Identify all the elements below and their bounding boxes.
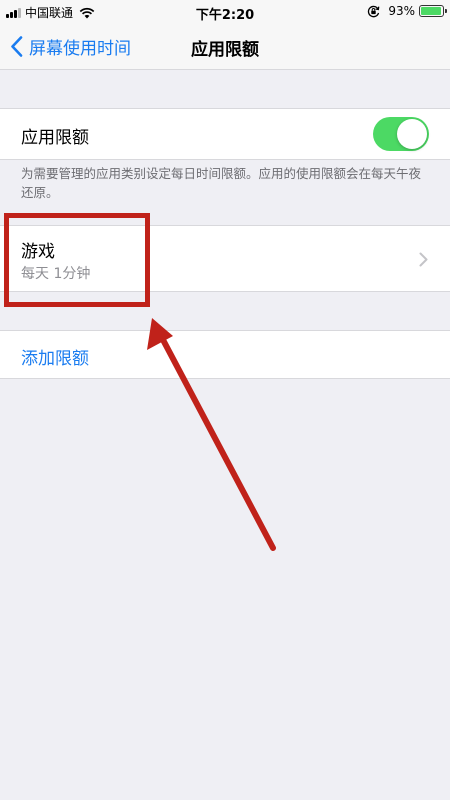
add-limit-button[interactable]: 添加限额 <box>21 344 89 369</box>
toggle-knob <box>397 119 427 149</box>
battery-fill <box>421 7 441 15</box>
status-bar-right: 93% <box>367 4 447 18</box>
status-bar: 中国联通 下午2:20 93% <box>0 0 450 24</box>
page-title: 应用限额 <box>191 40 259 60</box>
add-limit-group: 添加限额 <box>0 330 450 379</box>
navigation-bar: 屏幕使用时间 应用限额 <box>0 24 450 70</box>
battery-icon <box>419 5 447 17</box>
orientation-lock-icon <box>368 5 380 17</box>
app-limits-toggle-label: 应用限额 <box>21 128 89 148</box>
annotation-highlight-box <box>4 213 150 307</box>
app-limits-toggle-group: 应用限额 <box>0 108 450 160</box>
app-limits-description: 为需要管理的应用类别设定每日时间限额。应用的使用限额会在每天午夜还原。 <box>21 166 422 200</box>
chevron-right-icon <box>419 252 428 267</box>
app-limits-toggle[interactable] <box>373 117 429 151</box>
battery-percent: 93% <box>388 4 415 18</box>
